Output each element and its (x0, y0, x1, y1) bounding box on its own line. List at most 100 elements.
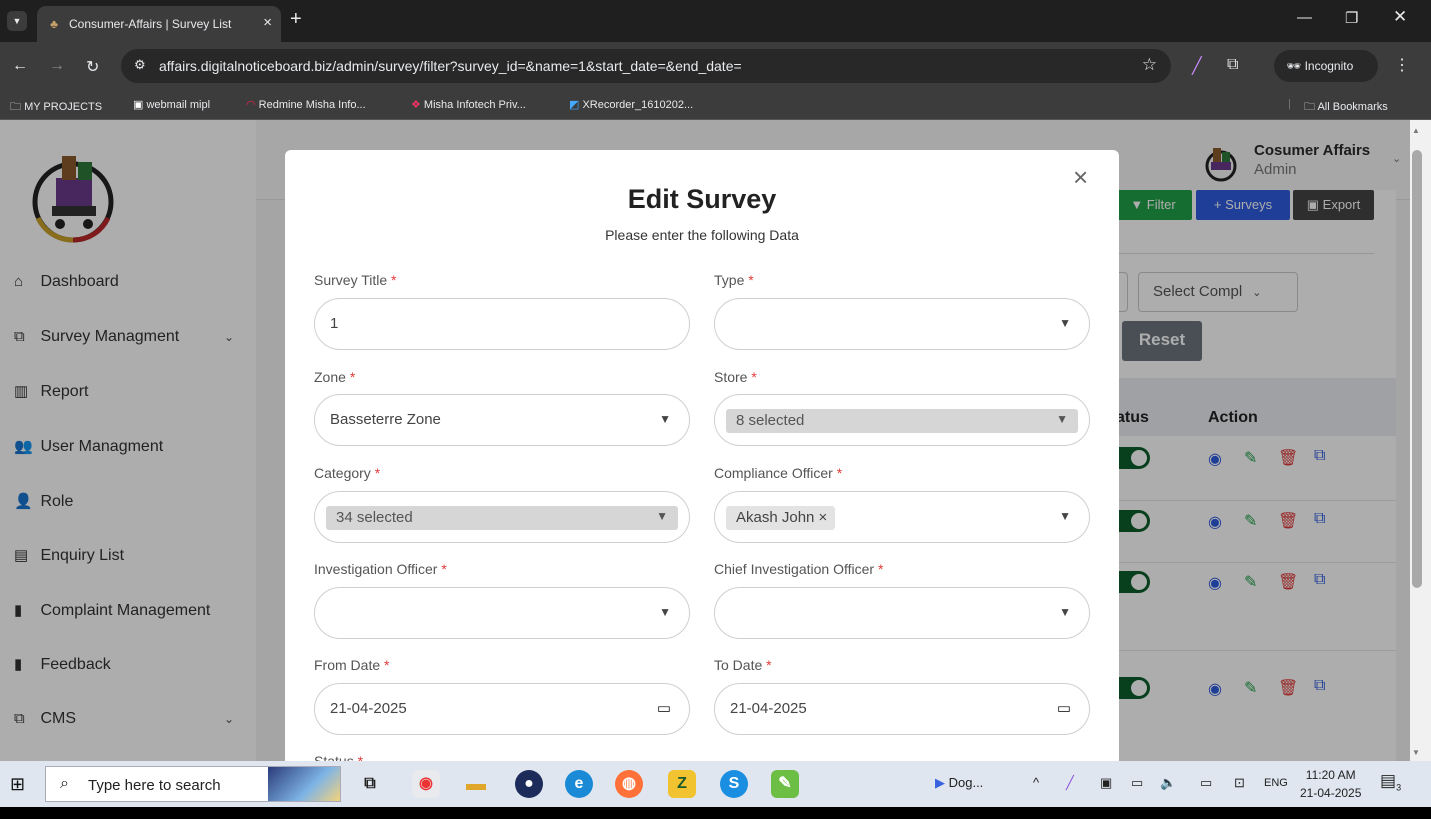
forward-icon[interactable]: → (49, 57, 65, 75)
volume-icon[interactable]: 🔈 (1160, 775, 1176, 791)
windows-start-icon[interactable]: ⊞ (10, 774, 25, 795)
from-date-label: From Date * (314, 657, 390, 673)
screen-bottom-edge (0, 807, 1431, 819)
calendar-icon[interactable]: ▭ (657, 699, 671, 717)
tray-overflow-icon[interactable]: ^ (1033, 775, 1039, 790)
url-text: affairs.digitalnoticeboard.biz/admin/sur… (159, 58, 742, 74)
store-selection[interactable]: 8 selected ▼ (726, 409, 1078, 433)
category-selection[interactable]: 34 selected ▼ (326, 506, 678, 530)
video-app-icon: ▶ (935, 775, 949, 790)
browser-tab-bar: ▼ ♣ Consumer-Affairs | Survey List × + —… (0, 0, 1431, 42)
redmine-icon: ◠ (246, 99, 259, 111)
caret-down-icon: ▼ (1059, 509, 1071, 523)
category-multiselect[interactable]: 34 selected ▼ (314, 491, 690, 543)
zone-value: Basseterre Zone (330, 411, 441, 428)
webmail-icon: ▣ (133, 99, 147, 111)
status-label: Status * (314, 753, 364, 761)
tray-device-icon[interactable]: ⊡ (1234, 775, 1245, 791)
category-value: 34 selected (336, 509, 413, 526)
search-icon: ⌕ (60, 775, 69, 792)
compliance-officer-label: Compliance Officer * (714, 465, 843, 481)
modal-subtitle: Please enter the following Data (605, 227, 799, 243)
minimize-icon[interactable]: — (1297, 9, 1312, 26)
compliance-officer-chip[interactable]: Akash John × (726, 506, 836, 530)
calendar-icon[interactable]: ▭ (1057, 699, 1071, 717)
store-label: Store * (714, 369, 757, 385)
tab-search-icon[interactable]: ▼ (7, 11, 27, 31)
restore-icon[interactable]: ❐ (1345, 9, 1358, 27)
bookmark-my-projects[interactable]: 🗀 MY PROJECTS (10, 98, 102, 117)
file-explorer-icon[interactable]: ▬ (462, 770, 490, 798)
xrecorder-icon: ◩ (569, 99, 583, 111)
screen: ▼ ♣ Consumer-Affairs | Survey List × + —… (0, 0, 1431, 819)
clock-date: 21-04-2025 (1300, 786, 1362, 800)
compliance-officer-select[interactable]: Akash John × ▼ (714, 491, 1090, 543)
incognito-icon: 🕶 (1286, 59, 1305, 73)
chief-investigation-officer-label: Chief Investigation Officer * (714, 561, 884, 577)
to-date-input[interactable]: 21-04-2025 ▭ (714, 683, 1090, 735)
browser-tab[interactable]: ♣ Consumer-Affairs | Survey List × (37, 6, 281, 42)
extensions-icon[interactable]: ⧉ (1227, 56, 1238, 74)
running-app-dog[interactable]: ▶ Dog... (935, 775, 983, 791)
notepad-icon[interactable]: ✎ (771, 770, 799, 798)
to-date-label: To Date * (714, 657, 772, 673)
tray-meet-icon[interactable]: ▣ (1100, 775, 1112, 791)
browser-toolbar: ← → ↻ ⚙ affairs.digitalnoticeboard.biz/a… (0, 42, 1431, 90)
menu-kebab-icon[interactable]: ⋮ (1394, 55, 1410, 75)
bookmark-xrecorder[interactable]: ◩ XRecorder_1610202... (569, 98, 693, 111)
address-bar[interactable]: ⚙ affairs.digitalnoticeboard.biz/admin/s… (121, 49, 1171, 83)
type-label: Type * (714, 272, 754, 288)
taskbar-search[interactable]: ⌕ Type here to search (45, 766, 341, 802)
firefox-icon[interactable]: ◍ (615, 770, 643, 798)
language-indicator[interactable]: ENG (1264, 777, 1288, 789)
notification-icon[interactable]: ▤3 (1380, 771, 1401, 792)
type-select[interactable]: ▼ (714, 298, 1090, 350)
edit-survey-modal: × Edit Survey Please enter the following… (285, 150, 1119, 761)
store-multiselect[interactable]: 8 selected ▼ (714, 394, 1090, 446)
tray-pen-icon[interactable]: ╱ (1066, 775, 1074, 791)
eclipse-icon[interactable]: ● (515, 770, 543, 798)
filezilla-icon[interactable]: Z (668, 770, 696, 798)
task-view-icon[interactable]: ⧉ (356, 770, 384, 798)
bookmark-misha[interactable]: ❖ Misha Infotech Priv... (411, 98, 526, 111)
extension-pen-icon[interactable]: ╱ (1192, 56, 1202, 76)
all-bookmarks[interactable]: 🗀 All Bookmarks (1304, 98, 1388, 117)
clock-time: 11:20 AM (1305, 768, 1356, 782)
incognito-badge[interactable]: 🕶 Incognito (1274, 50, 1378, 82)
zone-label: Zone * (314, 369, 356, 385)
close-window-icon[interactable]: ✕ (1393, 7, 1407, 27)
to-date-value: 21-04-2025 (730, 700, 807, 717)
tab-close-icon[interactable]: × (263, 14, 272, 31)
chrome-icon[interactable]: ◉ (412, 770, 440, 798)
scrollbar-thumb[interactable] (1412, 150, 1422, 588)
network-icon[interactable]: ▭ (1131, 775, 1143, 791)
battery-icon[interactable]: ▭ (1200, 775, 1212, 791)
tab-title: Consumer-Affairs | Survey List (69, 17, 232, 31)
bookmark-star-icon[interactable]: ☆ (1142, 55, 1157, 75)
reload-icon[interactable]: ↻ (86, 57, 99, 77)
system-clock[interactable]: 11:20 AM 21-04-2025 (1300, 766, 1361, 802)
survey-title-input[interactable]: 1 (314, 298, 690, 350)
caret-down-icon: ▼ (656, 509, 668, 523)
caret-down-icon: ▼ (1059, 605, 1071, 619)
caret-down-icon: ▼ (1059, 316, 1071, 330)
folder-icon: 🗀 (1304, 101, 1318, 113)
new-tab-icon[interactable]: + (290, 8, 302, 31)
bookmark-redmine[interactable]: ◠ Redmine Misha Info... (246, 98, 366, 111)
from-date-input[interactable]: 21-04-2025 ▭ (314, 683, 690, 735)
chief-investigation-officer-select[interactable]: ▼ (714, 587, 1090, 639)
site-favicon-icon: ♣ (50, 17, 58, 31)
scroll-down-icon[interactable]: ▼ (1412, 748, 1420, 757)
folder-icon: 🗀 (10, 101, 25, 113)
bookmark-webmail[interactable]: ▣ webmail mipl (133, 98, 210, 111)
edge-icon[interactable]: e (565, 770, 593, 798)
site-info-icon[interactable]: ⚙ (134, 57, 146, 73)
scroll-up-icon[interactable]: ▲ (1412, 126, 1420, 135)
zone-select[interactable]: Basseterre Zone ▼ (314, 394, 690, 446)
skype-icon[interactable]: S (720, 770, 748, 798)
investigation-officer-select[interactable]: ▼ (314, 587, 690, 639)
caret-down-icon: ▼ (659, 412, 671, 426)
back-icon[interactable]: ← (12, 57, 28, 75)
misha-icon: ❖ (411, 99, 424, 111)
incognito-label: Incognito (1304, 59, 1354, 73)
